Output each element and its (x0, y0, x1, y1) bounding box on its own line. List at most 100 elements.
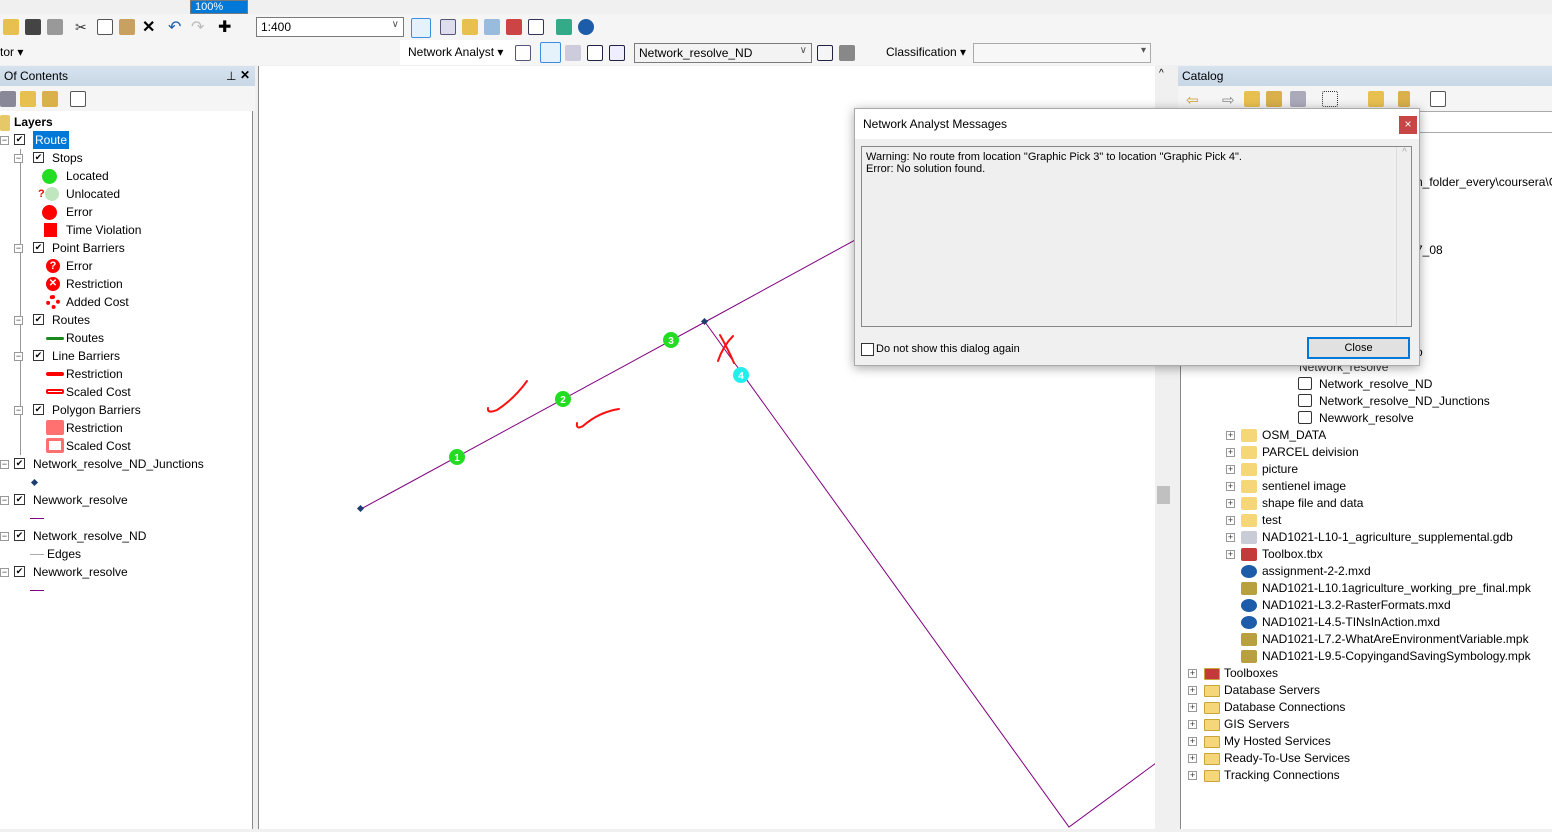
classification-combo[interactable]: ▾ (973, 43, 1151, 63)
collapse-toggle[interactable]: − (0, 496, 9, 505)
layer-visibility-checkbox[interactable]: ✔ (33, 404, 44, 415)
layer-visibility-checkbox[interactable]: ✔ (33, 242, 44, 253)
collapse-toggle[interactable]: − (0, 532, 9, 541)
scale-combo[interactable]: 1:400 ∨ (256, 17, 404, 37)
collapse-toggle[interactable]: − (14, 154, 23, 163)
expand-toggle[interactable]: + (1188, 720, 1197, 729)
catalog-item[interactable]: Database Connections (1224, 698, 1345, 716)
save-icon[interactable] (25, 19, 41, 35)
collapse-toggle[interactable]: − (0, 136, 9, 145)
network-dataset-combo[interactable]: Network_resolve_ND ∨ (634, 43, 812, 63)
catalog-item[interactable]: My Hosted Services (1224, 732, 1331, 750)
catalog-item[interactable]: NAD1021-L3.2-RasterFormats.mxd (1262, 596, 1451, 614)
scroll-up-icon[interactable]: ^ (1159, 68, 1164, 79)
add-data-icon[interactable]: ✚ (218, 17, 234, 36)
catalog-item[interactable]: NAD1021-L10.1agriculture_working_pre_fin… (1262, 579, 1531, 597)
close-button[interactable]: Close (1307, 337, 1410, 359)
catalog-item[interactable]: Network_resolve_ND_Junctions (1319, 392, 1490, 410)
table-of-contents-icon[interactable] (440, 19, 456, 35)
layer-item[interactable]: Route (33, 131, 70, 149)
layer-item[interactable]: Polygon Barriers (52, 401, 141, 419)
messages-box[interactable]: Warning: No route from location "Graphic… (861, 146, 1412, 327)
list-by-drawing-order-icon[interactable] (0, 91, 16, 107)
layer-visibility-checkbox[interactable]: ✔ (14, 494, 25, 505)
layer-item[interactable]: Newwork_resolve (33, 491, 128, 509)
back-icon[interactable]: ⇦ (1186, 91, 1202, 109)
catalog-item[interactable]: GIS Servers (1224, 715, 1289, 733)
do-not-show-checkbox[interactable] (861, 343, 874, 356)
catalog-item[interactable]: OSM_DATA (1262, 426, 1326, 444)
partial-catalog-row[interactable]: 7_08 (1416, 241, 1443, 259)
layer-visibility-checkbox[interactable]: ✔ (33, 350, 44, 361)
catalog-item[interactable]: NAD1021-L9.5-CopyingandSavingSymbology.m… (1262, 647, 1531, 665)
collapse-toggle[interactable]: − (14, 316, 23, 325)
up-one-level-icon[interactable] (1244, 91, 1260, 107)
network-analyst-window-icon[interactable] (515, 45, 531, 61)
zoom-combo[interactable]: 100% (190, 0, 248, 14)
editor-menu[interactable]: tor ▾ (0, 45, 23, 59)
catalog-item[interactable]: Toolboxes (1224, 664, 1278, 682)
expand-toggle[interactable]: + (1226, 516, 1235, 525)
pin-icon[interactable]: ⊥ (226, 69, 236, 83)
layer-item[interactable]: Stops (52, 149, 83, 167)
network-analyst-menu[interactable]: Network Analyst ▾ (408, 45, 503, 59)
collapse-toggle[interactable]: − (14, 406, 23, 415)
views-icon[interactable] (1322, 91, 1338, 107)
catalog-item[interactable]: shape file and data (1262, 494, 1363, 512)
catalog-icon[interactable] (462, 19, 478, 35)
expand-toggle[interactable]: + (1226, 482, 1235, 491)
list-by-visibility-icon[interactable] (42, 91, 58, 107)
catalog-item[interactable]: picture (1262, 460, 1298, 478)
solve-icon[interactable] (609, 45, 625, 61)
expand-toggle[interactable]: + (1188, 703, 1197, 712)
expand-toggle[interactable]: + (1188, 686, 1197, 695)
home-icon[interactable] (1266, 91, 1282, 107)
undo-icon[interactable]: ↶ (168, 17, 184, 36)
catalog-item[interactable]: test (1262, 511, 1281, 529)
arctoolbox-icon[interactable] (506, 19, 522, 35)
layer-item[interactable]: Line Barriers (52, 347, 120, 365)
create-network-location-icon[interactable] (540, 42, 561, 63)
forward-icon[interactable]: ⇨ (1222, 91, 1238, 109)
messages-scrollbar[interactable]: ^ (1396, 147, 1412, 325)
delete-icon[interactable]: ✕ (142, 17, 158, 36)
network-identify-icon[interactable] (817, 45, 833, 61)
catalog-item[interactable]: Newwork_resolve (1319, 409, 1414, 427)
layer-item[interactable]: Newwork_resolve (33, 563, 128, 581)
layer-visibility-checkbox[interactable]: ✔ (14, 134, 25, 145)
toggle-contents-icon[interactable] (1398, 91, 1410, 107)
print-icon[interactable] (47, 19, 63, 35)
redo-icon[interactable]: ↷ (191, 17, 207, 36)
layer-visibility-checkbox[interactable]: ✔ (14, 458, 25, 469)
classification-menu[interactable]: Classification ▾ (886, 45, 966, 59)
whats-this-icon[interactable] (578, 19, 594, 35)
default-gdb-icon[interactable] (1290, 91, 1306, 107)
scroll-thumb[interactable] (1157, 486, 1170, 504)
editor-toolbar-icon[interactable] (411, 18, 431, 38)
connect-folder-icon[interactable] (1368, 91, 1384, 107)
layer-visibility-checkbox[interactable]: ✔ (14, 566, 25, 577)
dialog-close-icon[interactable]: × (1399, 116, 1417, 134)
expand-toggle[interactable]: + (1188, 737, 1197, 746)
catalog-item[interactable]: NAD1021-L7.2-WhatAreEnvironmentVariable.… (1262, 630, 1529, 648)
expand-toggle[interactable]: + (1226, 550, 1235, 559)
model-builder-icon[interactable] (556, 19, 572, 35)
catalog-item[interactable]: Ready-To-Use Services (1224, 749, 1350, 767)
build-network-icon[interactable] (587, 45, 603, 61)
python-icon[interactable] (528, 19, 544, 35)
catalog-item[interactable]: NAD1021-L4.5-TINsInAction.mxd (1262, 613, 1440, 631)
layers-root[interactable]: Layers (14, 113, 53, 131)
search-window-icon[interactable] (484, 19, 500, 35)
layer-item[interactable]: Point Barriers (52, 239, 125, 257)
expand-toggle[interactable]: + (1188, 771, 1197, 780)
cut-icon[interactable]: ✂ (75, 19, 91, 35)
catalog-item[interactable]: PARCEL deivision (1262, 443, 1359, 461)
catalog-item[interactable]: sentienel image (1262, 477, 1346, 495)
expand-toggle[interactable]: + (1226, 448, 1235, 457)
open-icon[interactable] (3, 19, 19, 35)
catalog-item[interactable]: Tracking Connections (1224, 766, 1340, 784)
layer-visibility-checkbox[interactable]: ✔ (33, 314, 44, 325)
layer-visibility-checkbox[interactable]: ✔ (14, 530, 25, 541)
partial-catalog-row[interactable]: n_folder_every\coursera\G (1416, 173, 1552, 191)
paste-icon[interactable] (119, 19, 135, 35)
